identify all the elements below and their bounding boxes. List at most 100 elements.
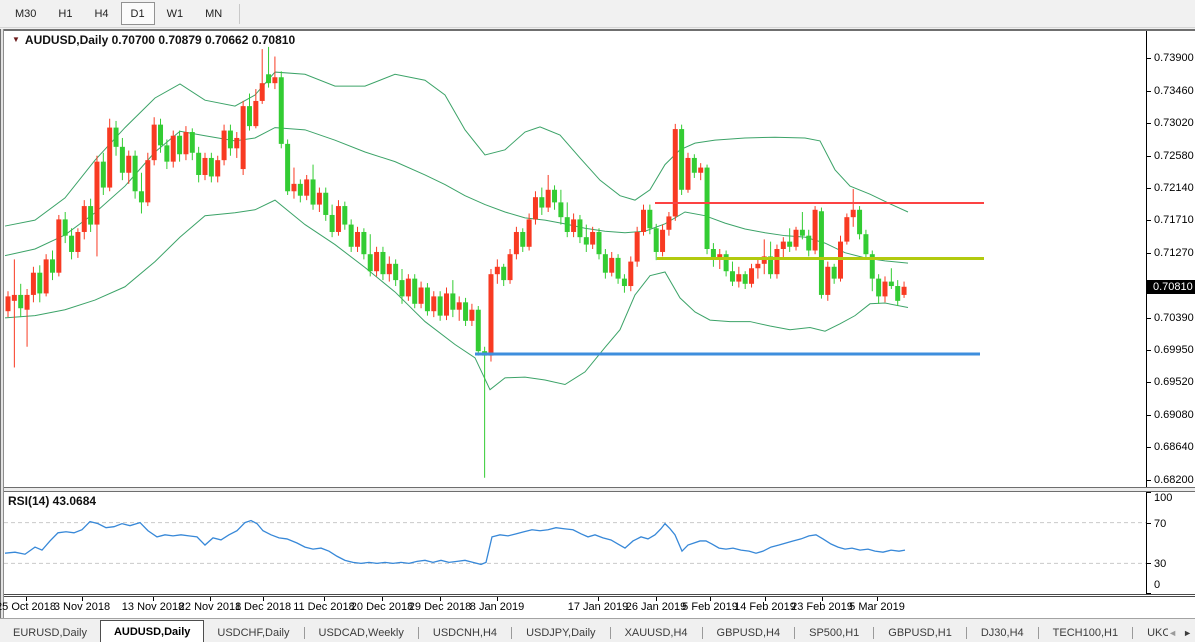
rsi-axis-tick xyxy=(1147,563,1151,564)
candle-body xyxy=(406,279,411,297)
tab-separator xyxy=(610,627,611,639)
bollinger-lower-band xyxy=(5,200,908,390)
price-axis-label: 0.70390 xyxy=(1154,312,1194,324)
candle-body xyxy=(743,274,748,284)
candle-body xyxy=(622,279,627,286)
chart-tab-bar: EURUSD,DailyAUDUSD,DailyUSDCHF,DailyUSDC… xyxy=(0,618,1195,642)
tab-separator xyxy=(702,627,703,639)
price-axis-tick xyxy=(1147,220,1151,221)
candle-body xyxy=(533,197,538,219)
candle-body xyxy=(44,259,49,293)
date-axis-label: 17 Jan 2019 xyxy=(568,601,629,613)
candle-body xyxy=(63,219,68,235)
date-axis-label: 26 Jan 2019 xyxy=(626,601,687,613)
price-axis-tick xyxy=(1147,350,1151,351)
date-axis-label: 3 Nov 2018 xyxy=(54,601,110,613)
candle-body xyxy=(368,254,373,271)
rsi-chart-svg[interactable] xyxy=(4,492,1146,594)
chart-tab-usdcnh-h4[interactable]: USDCNH,H4 xyxy=(420,623,510,642)
candle-body xyxy=(355,232,360,247)
candle-body xyxy=(177,136,182,155)
candle-body xyxy=(18,295,23,308)
candle-body xyxy=(705,168,710,249)
candle-body xyxy=(609,258,614,273)
candle-body xyxy=(241,106,246,169)
candle-body xyxy=(311,179,316,204)
price-chart-svg[interactable] xyxy=(4,31,1146,487)
candle-body xyxy=(698,168,703,173)
chart-tab-usdchf-daily[interactable]: USDCHF,Daily xyxy=(204,623,302,642)
candle-body xyxy=(660,230,665,252)
candle-body xyxy=(851,210,856,217)
price-chart-pane[interactable]: ▼ AUDUSD,Daily 0.70700 0.70879 0.70662 0… xyxy=(4,31,1146,487)
price-axis-label: 0.73900 xyxy=(1154,52,1194,64)
candle-body xyxy=(724,254,729,271)
candle-body xyxy=(400,280,405,296)
price-axis-tick xyxy=(1147,480,1151,481)
bollinger-bands xyxy=(5,72,908,390)
candle-body xyxy=(126,156,131,173)
candle-body xyxy=(546,190,551,208)
candle-body xyxy=(692,158,697,173)
candle-body xyxy=(380,252,385,274)
tab-scroll-left-icon[interactable]: ◄ xyxy=(1168,628,1177,638)
candle-body xyxy=(857,210,862,234)
timeframe-button-h1[interactable]: H1 xyxy=(48,2,82,25)
candle-body xyxy=(114,128,119,147)
date-axis[interactable]: 25 Oct 20183 Nov 201813 Nov 201822 Nov 2… xyxy=(4,597,1195,618)
tab-scroll-right-icon[interactable]: ► xyxy=(1183,628,1192,638)
timeframe-button-w1[interactable]: W1 xyxy=(157,2,194,25)
price-axis[interactable]: 0.739000.734600.730200.725800.721400.717… xyxy=(1146,31,1195,487)
rsi-indicator-pane[interactable]: RSI(14) 43.0684 xyxy=(4,492,1146,594)
chart-tab-ukc[interactable]: UKC xyxy=(1134,623,1168,642)
candle-body xyxy=(819,211,824,295)
candle-body xyxy=(603,254,608,273)
candle-body xyxy=(787,242,792,247)
timeframe-button-h4[interactable]: H4 xyxy=(84,2,118,25)
candle-body xyxy=(552,190,557,203)
candle-body xyxy=(37,273,42,294)
candle-body xyxy=(349,225,354,247)
candle-body xyxy=(374,252,379,271)
tab-separator xyxy=(1132,627,1133,639)
chart-tab-gbpusd-h4[interactable]: GBPUSD,H4 xyxy=(704,623,794,642)
candle-body xyxy=(444,293,449,315)
candle-body xyxy=(736,274,741,281)
timeframe-button-mn[interactable]: MN xyxy=(195,2,232,25)
candle-body xyxy=(685,158,690,190)
chart-tab-eurusd-daily[interactable]: EURUSD,Daily xyxy=(0,623,100,642)
chart-tab-xauusd-h4[interactable]: XAUUSD,H4 xyxy=(612,623,701,642)
chart-tab-usdcad-weekly[interactable]: USDCAD,Weekly xyxy=(306,623,417,642)
candle-body xyxy=(317,193,322,205)
timeframe-toolbar: M30H1H4D1W1MN xyxy=(0,0,1195,28)
candle-body xyxy=(82,206,87,232)
timeframe-button-d1[interactable]: D1 xyxy=(121,2,155,25)
chart-tab-audusd-daily[interactable]: AUDUSD,Daily xyxy=(100,620,204,642)
candle-body xyxy=(558,202,563,217)
candle-body xyxy=(457,302,462,309)
price-axis-label: 0.68640 xyxy=(1154,441,1194,453)
chart-tab-sp500-h1[interactable]: SP500,H1 xyxy=(796,623,872,642)
chart-tab-tech100-h1[interactable]: TECH100,H1 xyxy=(1040,623,1131,642)
chart-tab-gbpusd-h1[interactable]: GBPUSD,H1 xyxy=(875,623,965,642)
candle-body xyxy=(361,232,366,254)
timeframe-button-m30[interactable]: M30 xyxy=(5,2,46,25)
rsi-indicator-label: RSI(14) 43.0684 xyxy=(8,494,96,508)
rsi-axis-tick xyxy=(1147,523,1151,524)
date-axis-label: 14 Feb 2019 xyxy=(734,601,796,613)
candle-body xyxy=(203,158,208,175)
tab-separator xyxy=(873,627,874,639)
candle-body xyxy=(279,77,284,144)
candle-body xyxy=(895,286,900,301)
candle-body xyxy=(577,219,582,237)
candle-body xyxy=(298,184,303,196)
date-axis-label: 11 Dec 2018 xyxy=(293,601,355,613)
candle-body xyxy=(425,288,430,312)
candle-body xyxy=(584,237,589,244)
candle-body xyxy=(635,232,640,262)
candle-body xyxy=(597,232,602,254)
horizontal-lines xyxy=(475,203,984,354)
chart-tab-usdjpy-daily[interactable]: USDJPY,Daily xyxy=(513,623,609,642)
chart-tab-dj30-h4[interactable]: DJ30,H4 xyxy=(968,623,1037,642)
candle-body xyxy=(527,219,532,246)
